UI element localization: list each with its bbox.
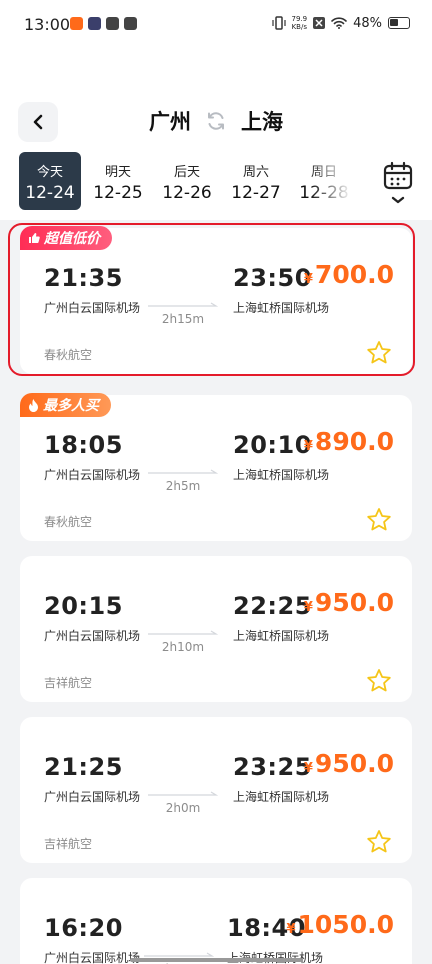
price: ¥ 890.0 [304, 427, 394, 456]
price-amount: 950.0 [314, 588, 394, 617]
duration-arrow [148, 630, 218, 635]
currency-symbol: ¥ [303, 272, 313, 287]
flight-duration: 2h0m [165, 801, 201, 815]
wifi-icon [331, 17, 347, 29]
thumbs-up-icon [29, 233, 40, 243]
airline-name: 吉祥航空 [44, 676, 93, 690]
calendar-button[interactable] [378, 160, 418, 210]
price-amount: 890.0 [314, 427, 394, 456]
duration-arrow [148, 469, 218, 474]
flight-card[interactable]: 超值低价 21:35 广州白云国际机场 2h15m 23:50 上海虹桥国际机场… [20, 226, 412, 374]
flight-card[interactable]: 16:20 广州白云国际机场 2h20m 18:40 上海虹桥国际机场 ¥ 10… [20, 878, 412, 964]
fire-icon [29, 398, 38, 412]
departure-airport: 广州白云国际机场 [44, 790, 141, 804]
to-city[interactable]: 上海 [241, 106, 283, 136]
flight-duration: 2h15m [161, 312, 205, 326]
date-tab-day-after[interactable]: 后天 12-26 [156, 152, 218, 210]
date-day: 12-26 [162, 183, 212, 203]
flight-duration: 2h10m [161, 640, 205, 654]
departure-time: 20:15 [44, 592, 123, 620]
date-tab-saturday[interactable]: 周六 12-27 [225, 152, 287, 210]
badge-label: 超值低价 [44, 231, 100, 247]
date-tab-tomorrow[interactable]: 明天 12-25 [87, 152, 149, 210]
price: ¥ 700.0 [304, 260, 394, 289]
airline-name: 吉祥航空 [44, 837, 93, 851]
flight-card[interactable]: 最多人买 18:05 广州白云国际机场 2h5m 20:10 上海虹桥国际机场 … [20, 393, 412, 541]
arrival-airport: 上海虹桥国际机场 [233, 468, 330, 482]
favorite-star-icon[interactable] [366, 340, 392, 366]
currency-symbol: ¥ [303, 600, 313, 615]
app-icon [70, 17, 83, 30]
badge-low-price: 超值低价 [20, 226, 112, 250]
battery-percent: 48% [353, 15, 382, 31]
net-speed-unit: KB/s [291, 23, 307, 31]
price: ¥ 1050.0 [286, 910, 394, 939]
duration-arrow [148, 302, 218, 307]
airline-name: 春秋航空 [44, 348, 93, 362]
play-icon [88, 17, 101, 30]
route-title: 广州 上海 [0, 106, 432, 136]
price-amount: 700.0 [314, 260, 394, 289]
date-tabs-fade [310, 150, 370, 214]
arrival-airport: 上海虹桥国际机场 [233, 790, 330, 804]
search-header: 广州 上海 今天 12-24 明天 12-25 后天 12-26 周六 12-2… [0, 50, 432, 220]
home-indicator[interactable] [130, 958, 302, 962]
departure-time: 21:35 [44, 264, 123, 292]
network-speed: 79.9 KB/s [292, 15, 308, 31]
status-bar: 13:00 79.9 KB/s 48% [0, 0, 432, 50]
currency-symbol: ¥ [286, 922, 296, 937]
currency-symbol: ¥ [303, 439, 313, 454]
swap-refresh-icon[interactable] [205, 110, 227, 132]
vibrate-icon [271, 16, 286, 30]
airline-name: 春秋航空 [44, 515, 93, 529]
from-city[interactable]: 广州 [149, 106, 191, 136]
battery-icon [388, 17, 410, 29]
date-weekday: 后天 [173, 165, 200, 180]
departure-time: 18:05 [44, 431, 123, 459]
favorite-star-icon[interactable] [366, 668, 392, 694]
departure-airport: 广州白云国际机场 [44, 301, 141, 315]
arrival-time: 23:50 [233, 264, 312, 292]
date-weekday: 周六 [242, 165, 269, 180]
currency-symbol: ¥ [303, 761, 313, 776]
departure-time: 21:25 [44, 753, 123, 781]
status-time: 13:00 [24, 15, 71, 34]
flight-card[interactable]: 21:25 广州白云国际机场 2h0m 23:25 上海虹桥国际机场 吉祥航空 … [20, 717, 412, 863]
date-tab-today[interactable]: 今天 12-24 [19, 152, 81, 210]
departure-airport: 广州白云国际机场 [44, 468, 141, 482]
departure-time: 16:20 [44, 914, 123, 942]
price: ¥ 950.0 [304, 588, 394, 617]
calendar-icon [383, 161, 413, 204]
badge-popular: 最多人买 [20, 393, 111, 417]
departure-airport: 广州白云国际机场 [44, 951, 141, 964]
price: ¥ 950.0 [304, 749, 394, 778]
date-weekday: 明天 [104, 165, 131, 180]
date-tabs: 今天 12-24 明天 12-25 后天 12-26 周六 12-27 周日 1… [0, 150, 370, 214]
arrival-time: 22:25 [233, 592, 312, 620]
favorite-star-icon[interactable] [366, 829, 392, 855]
price-amount: 950.0 [314, 749, 394, 778]
date-day: 12-25 [93, 183, 143, 203]
date-day: 12-24 [25, 183, 75, 203]
flight-card[interactable]: 20:15 广州白云国际机场 2h10m 22:25 上海虹桥国际机场 吉祥航空… [20, 556, 412, 702]
arrival-time: 23:25 [233, 753, 312, 781]
arrival-time: 20:10 [233, 431, 312, 459]
date-weekday: 今天 [36, 165, 63, 180]
net-speed-value: 79.9 [291, 15, 308, 23]
date-day: 12-27 [231, 183, 281, 203]
departure-airport: 广州白云国际机场 [44, 629, 141, 643]
price-amount: 1050.0 [297, 910, 394, 939]
arrival-airport: 上海虹桥国际机场 [233, 301, 330, 315]
status-right: 79.9 KB/s 48% [271, 15, 410, 31]
flight-duration: 2h5m [165, 479, 201, 493]
duration-arrow [148, 791, 218, 796]
message-icon [124, 17, 137, 30]
favorite-star-icon[interactable] [366, 507, 392, 533]
x-icon [313, 17, 326, 29]
box-icon [106, 17, 119, 30]
badge-label: 最多人买 [43, 398, 99, 414]
arrival-airport: 上海虹桥国际机场 [233, 629, 330, 643]
